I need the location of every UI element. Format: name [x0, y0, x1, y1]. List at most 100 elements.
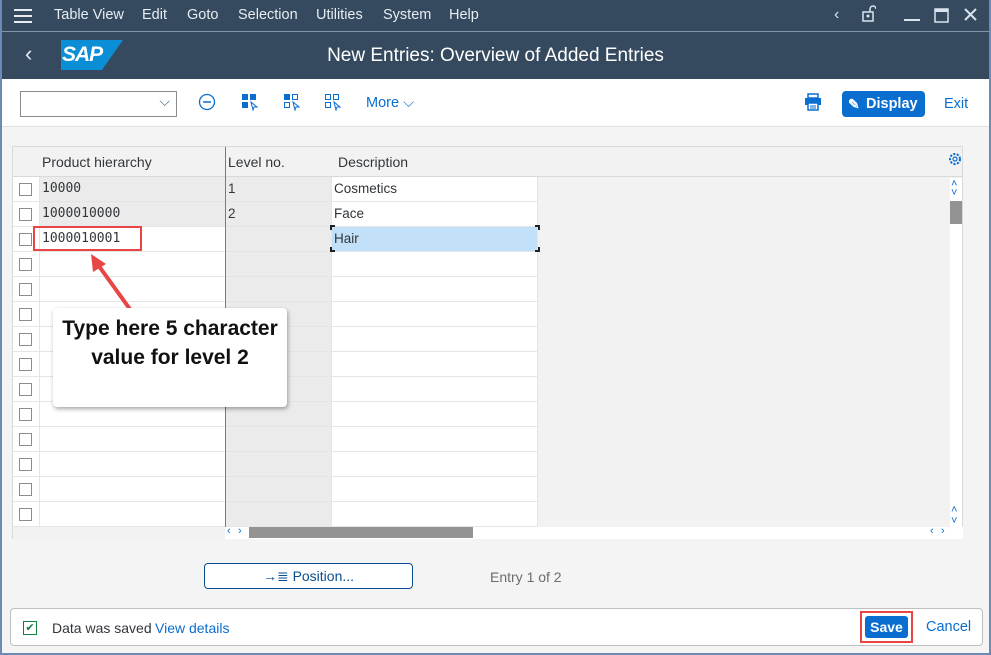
- scroll-right-icon[interactable]: ›: [238, 525, 242, 537]
- table-row: 1000010001 Hair: [13, 227, 953, 252]
- horizontal-scrollbar[interactable]: ‹ › ‹ ›: [225, 525, 963, 539]
- row-selector: [13, 427, 40, 452]
- table-settings-gear-icon[interactable]: [948, 152, 962, 169]
- description-cell[interactable]: [332, 452, 538, 477]
- command-dropdown[interactable]: ⌵: [20, 91, 177, 117]
- row-checkbox[interactable]: [19, 433, 32, 446]
- level-cell: [226, 227, 332, 252]
- level-cell: [226, 427, 332, 452]
- table-row: [13, 277, 953, 302]
- menu-utilities[interactable]: Utilities: [316, 7, 363, 23]
- vertical-scroll-thumb[interactable]: [950, 201, 962, 224]
- display-change-icon: ✎: [848, 96, 860, 112]
- description-cell[interactable]: Face: [332, 202, 538, 227]
- description-cell[interactable]: [332, 502, 538, 527]
- row-checkbox[interactable]: [19, 483, 32, 496]
- print-icon[interactable]: [804, 93, 822, 116]
- description-cell[interactable]: [332, 327, 538, 352]
- position-button[interactable]: →≣ Position...: [204, 563, 413, 589]
- table-row: 10000 1 Cosmetics: [13, 177, 953, 202]
- scroll-right-icon[interactable]: ›: [941, 525, 945, 537]
- deselect-icon[interactable]: [198, 93, 216, 111]
- row-checkbox[interactable]: [19, 408, 32, 421]
- exit-button[interactable]: Exit: [944, 96, 968, 112]
- row-checkbox[interactable]: [19, 383, 32, 396]
- close-icon[interactable]: [964, 8, 977, 26]
- focus-marker: [330, 247, 335, 252]
- description-cell[interactable]: [332, 277, 538, 302]
- row-checkbox[interactable]: [19, 183, 32, 196]
- position-icon: →≣: [262, 568, 289, 584]
- description-cell[interactable]: [332, 427, 538, 452]
- row-checkbox[interactable]: [19, 283, 32, 296]
- select-block-icon[interactable]: [283, 93, 301, 111]
- collapse-left-icon[interactable]: ‹: [834, 6, 839, 24]
- table-row: [13, 502, 953, 527]
- focus-marker: [535, 247, 540, 252]
- menu-system[interactable]: System: [383, 7, 431, 23]
- product-hierarchy-cell[interactable]: [40, 452, 226, 477]
- maximize-icon[interactable]: [934, 8, 949, 28]
- scroll-down-icon[interactable]: ˅: [951, 187, 957, 199]
- more-menu-button[interactable]: More ⌵: [366, 95, 414, 111]
- table-row: [13, 427, 953, 452]
- row-selector: [13, 252, 40, 277]
- description-cell[interactable]: [332, 477, 538, 502]
- product-hierarchy-cell[interactable]: [40, 477, 226, 502]
- scroll-left-icon[interactable]: ‹: [227, 525, 231, 537]
- select-all-icon[interactable]: [241, 93, 259, 111]
- description-cell[interactable]: [332, 252, 538, 277]
- description-cell[interactable]: [332, 352, 538, 377]
- view-details-link[interactable]: View details: [155, 620, 229, 636]
- row-checkbox[interactable]: [19, 308, 32, 321]
- message-bar: ✔ Data was saved View details: [10, 608, 983, 646]
- save-button[interactable]: Save: [865, 616, 908, 638]
- minimize-icon[interactable]: [904, 4, 920, 27]
- row-checkbox[interactable]: [19, 358, 32, 371]
- product-hierarchy-cell[interactable]: [40, 502, 226, 527]
- scroll-corner: [13, 527, 225, 539]
- product-hierarchy-cell[interactable]: [40, 427, 226, 452]
- column-header-product-hierarchy[interactable]: Product hierarchy: [42, 154, 152, 170]
- vertical-scrollbar[interactable]: ˄ ˅ ˄ ˅: [950, 178, 962, 527]
- column-header-level-no[interactable]: Level no.: [228, 154, 285, 170]
- scroll-down-icon[interactable]: ˅: [951, 515, 957, 527]
- hamburger-menu-icon[interactable]: [14, 9, 32, 23]
- row-checkbox[interactable]: [19, 258, 32, 271]
- row-selector: [13, 377, 40, 402]
- level-cell: [226, 452, 332, 477]
- table-header: Product hierarchy Level no. Description: [13, 147, 962, 177]
- annotation-callout: Type here 5 character value for level 2: [53, 308, 287, 407]
- column-header-description[interactable]: Description: [338, 154, 408, 170]
- description-cell[interactable]: [332, 377, 538, 402]
- product-hierarchy-cell[interactable]: [40, 277, 226, 302]
- row-checkbox[interactable]: [19, 333, 32, 346]
- menu-selection[interactable]: Selection: [238, 7, 298, 23]
- menu-table-view[interactable]: Table View: [54, 7, 124, 23]
- level-cell: [226, 277, 332, 302]
- row-checkbox[interactable]: [19, 508, 32, 521]
- product-hierarchy-cell: 1000010000: [40, 202, 226, 227]
- description-cell[interactable]: Hair: [332, 227, 538, 252]
- row-selector: [13, 277, 40, 302]
- row-checkbox[interactable]: [19, 458, 32, 471]
- display-button[interactable]: ✎ Display: [842, 91, 925, 117]
- row-checkbox[interactable]: [19, 233, 32, 246]
- menu-help[interactable]: Help: [449, 7, 479, 23]
- menu-edit[interactable]: Edit: [142, 7, 167, 23]
- level-cell: [226, 502, 332, 527]
- product-hierarchy-cell[interactable]: [40, 252, 226, 277]
- description-cell[interactable]: [332, 302, 538, 327]
- horizontal-scroll-thumb[interactable]: [249, 527, 473, 538]
- scroll-left-icon[interactable]: ‹: [930, 525, 934, 537]
- row-selector: [13, 402, 40, 427]
- description-cell[interactable]: [332, 402, 538, 427]
- chevron-down-icon: ⌵: [403, 95, 415, 111]
- row-checkbox[interactable]: [19, 208, 32, 221]
- row-selector: [13, 327, 40, 352]
- cancel-button[interactable]: Cancel: [926, 619, 971, 635]
- deselect-all-icon[interactable]: [324, 93, 342, 111]
- unlock-icon[interactable]: [862, 5, 877, 28]
- description-cell[interactable]: Cosmetics: [332, 177, 538, 202]
- menu-goto[interactable]: Goto: [187, 7, 218, 23]
